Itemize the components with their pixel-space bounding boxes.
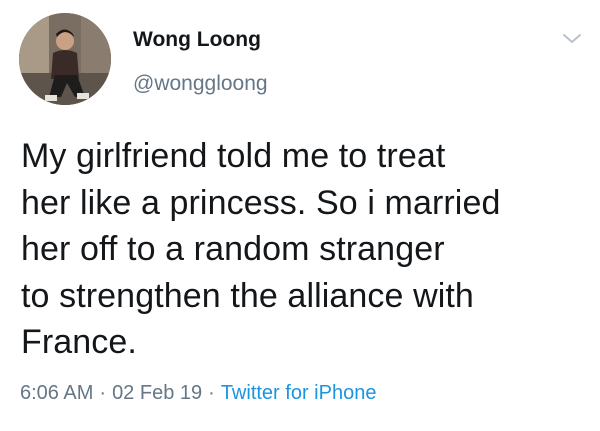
author-names: Wong Loong @wonggloong — [133, 27, 268, 97]
tweet-text-line: to strengthen the alliance with — [21, 276, 474, 315]
tweet-meta: 6:06 AM · 02 Feb 19 · Twitter for iPhone — [20, 380, 376, 406]
tweet-text: My girlfriend told me to treat her like … — [21, 133, 581, 366]
tweet-header: Wong Loong @wonggloong — [19, 13, 589, 109]
tweet-card: Wong Loong @wonggloong My girlfriend tol… — [0, 0, 600, 431]
avatar[interactable] — [19, 13, 111, 105]
tweet-text-line: France. — [21, 323, 137, 361]
tweet-source-link[interactable]: Twitter for iPhone — [221, 382, 377, 404]
tweet-text-line: her like a princess. So i married — [21, 183, 501, 222]
avatar-photo — [19, 13, 111, 105]
user-handle[interactable]: @wonggloong — [133, 71, 268, 97]
meta-separator: · — [99, 382, 107, 404]
tweet-time[interactable]: 6:06 AM — [20, 382, 93, 404]
tweet-text-line: My girlfriend told me to treat — [21, 137, 446, 175]
tweet-text-line: her off to a random stranger — [21, 230, 445, 268]
tweet-date[interactable]: 02 Feb 19 — [112, 382, 202, 404]
meta-separator: · — [208, 382, 215, 404]
display-name[interactable]: Wong Loong — [133, 27, 268, 53]
chevron-down-icon[interactable] — [561, 31, 583, 47]
